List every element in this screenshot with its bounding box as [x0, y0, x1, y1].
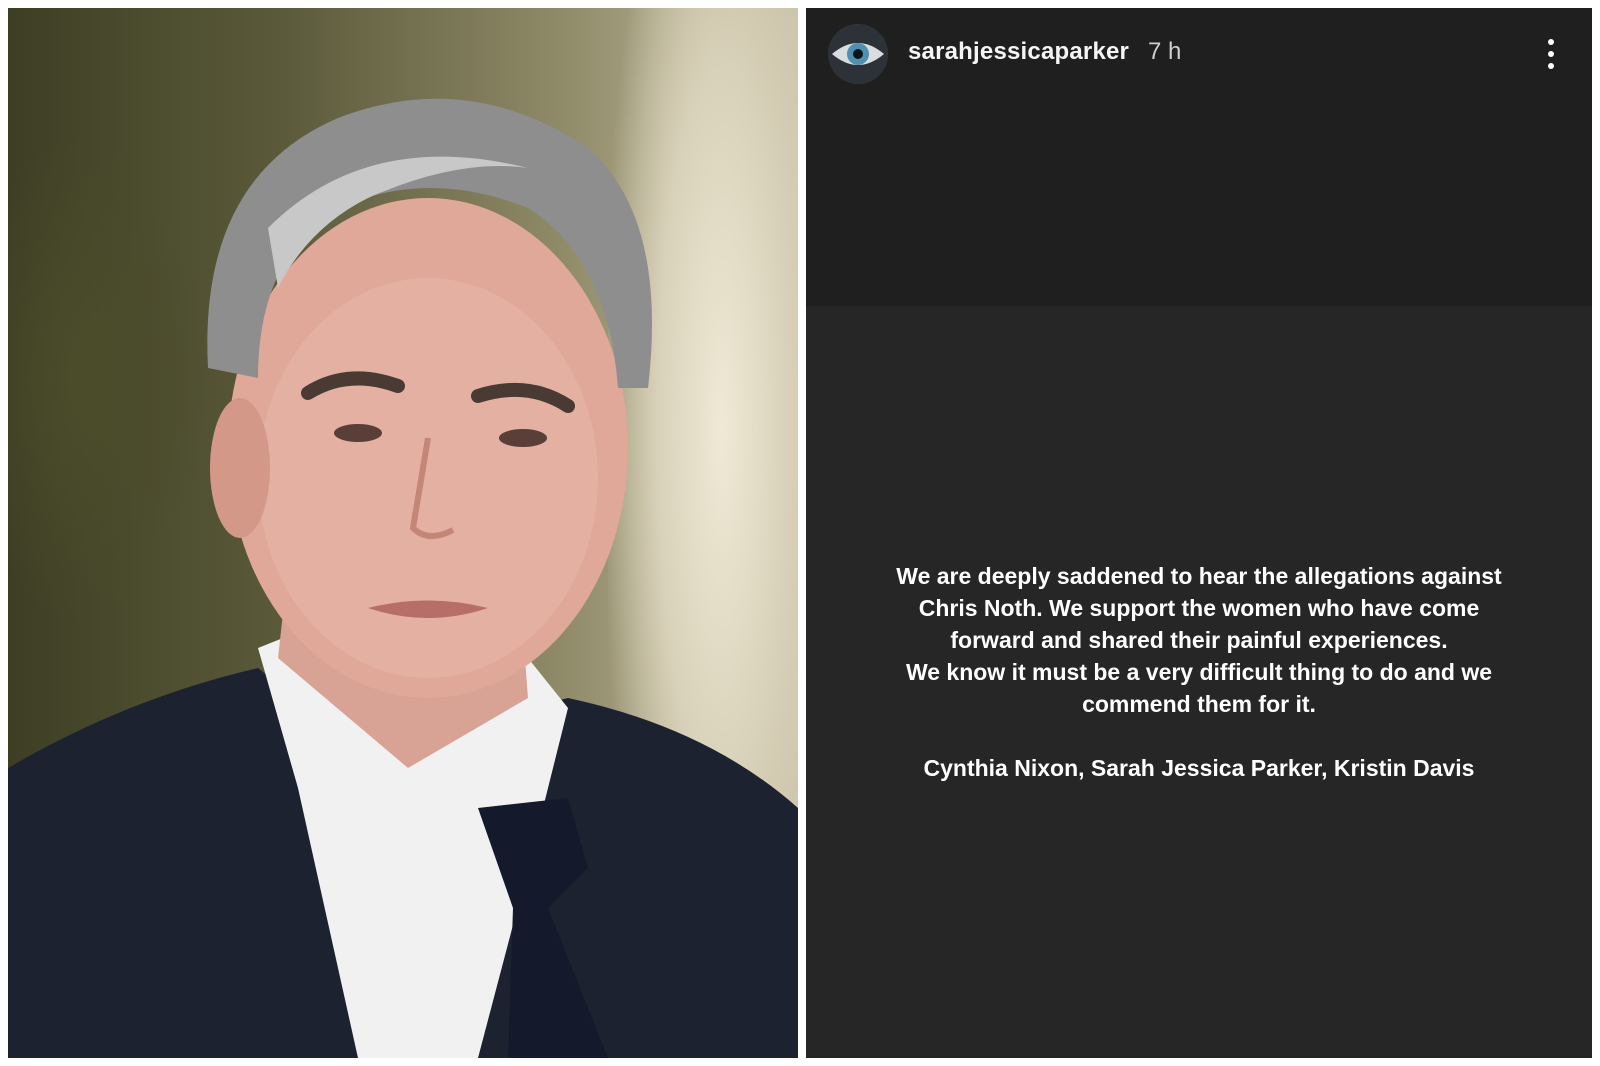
- portrait-illustration: [8, 98, 798, 1058]
- statement-line: We are deeply saddened to hear the alleg…: [896, 563, 1502, 589]
- statement-line: commend them for it.: [1082, 691, 1316, 717]
- eye-avatar-icon: [828, 24, 888, 84]
- portrait-photo: [8, 8, 798, 1058]
- story-header: sarahjessicaparker 7 h: [806, 8, 1592, 100]
- statement-line: We know it must be a very difficult thin…: [905, 659, 1493, 685]
- more-vertical-icon-dot: [1548, 51, 1554, 57]
- more-vertical-icon-dot: [1548, 63, 1554, 69]
- profile-avatar[interactable]: [828, 24, 888, 84]
- instagram-story: sarahjessicaparker 7 h We are deeply sad…: [806, 8, 1592, 1058]
- statement-line: Chris Noth. We support the women who hav…: [918, 595, 1480, 621]
- more-vertical-icon: [1548, 39, 1554, 45]
- more-options-button[interactable]: [1536, 32, 1566, 76]
- statement-signature: Cynthia Nixon, Sarah Jessica Parker, Kri…: [923, 755, 1475, 781]
- statement-line: forward and shared their painful experie…: [950, 627, 1448, 653]
- story-username[interactable]: sarahjessicaparker: [908, 38, 1129, 66]
- story-statement: We are deeply saddened to hear the alleg…: [826, 560, 1572, 720]
- story-timestamp: 7 h: [1148, 38, 1182, 65]
